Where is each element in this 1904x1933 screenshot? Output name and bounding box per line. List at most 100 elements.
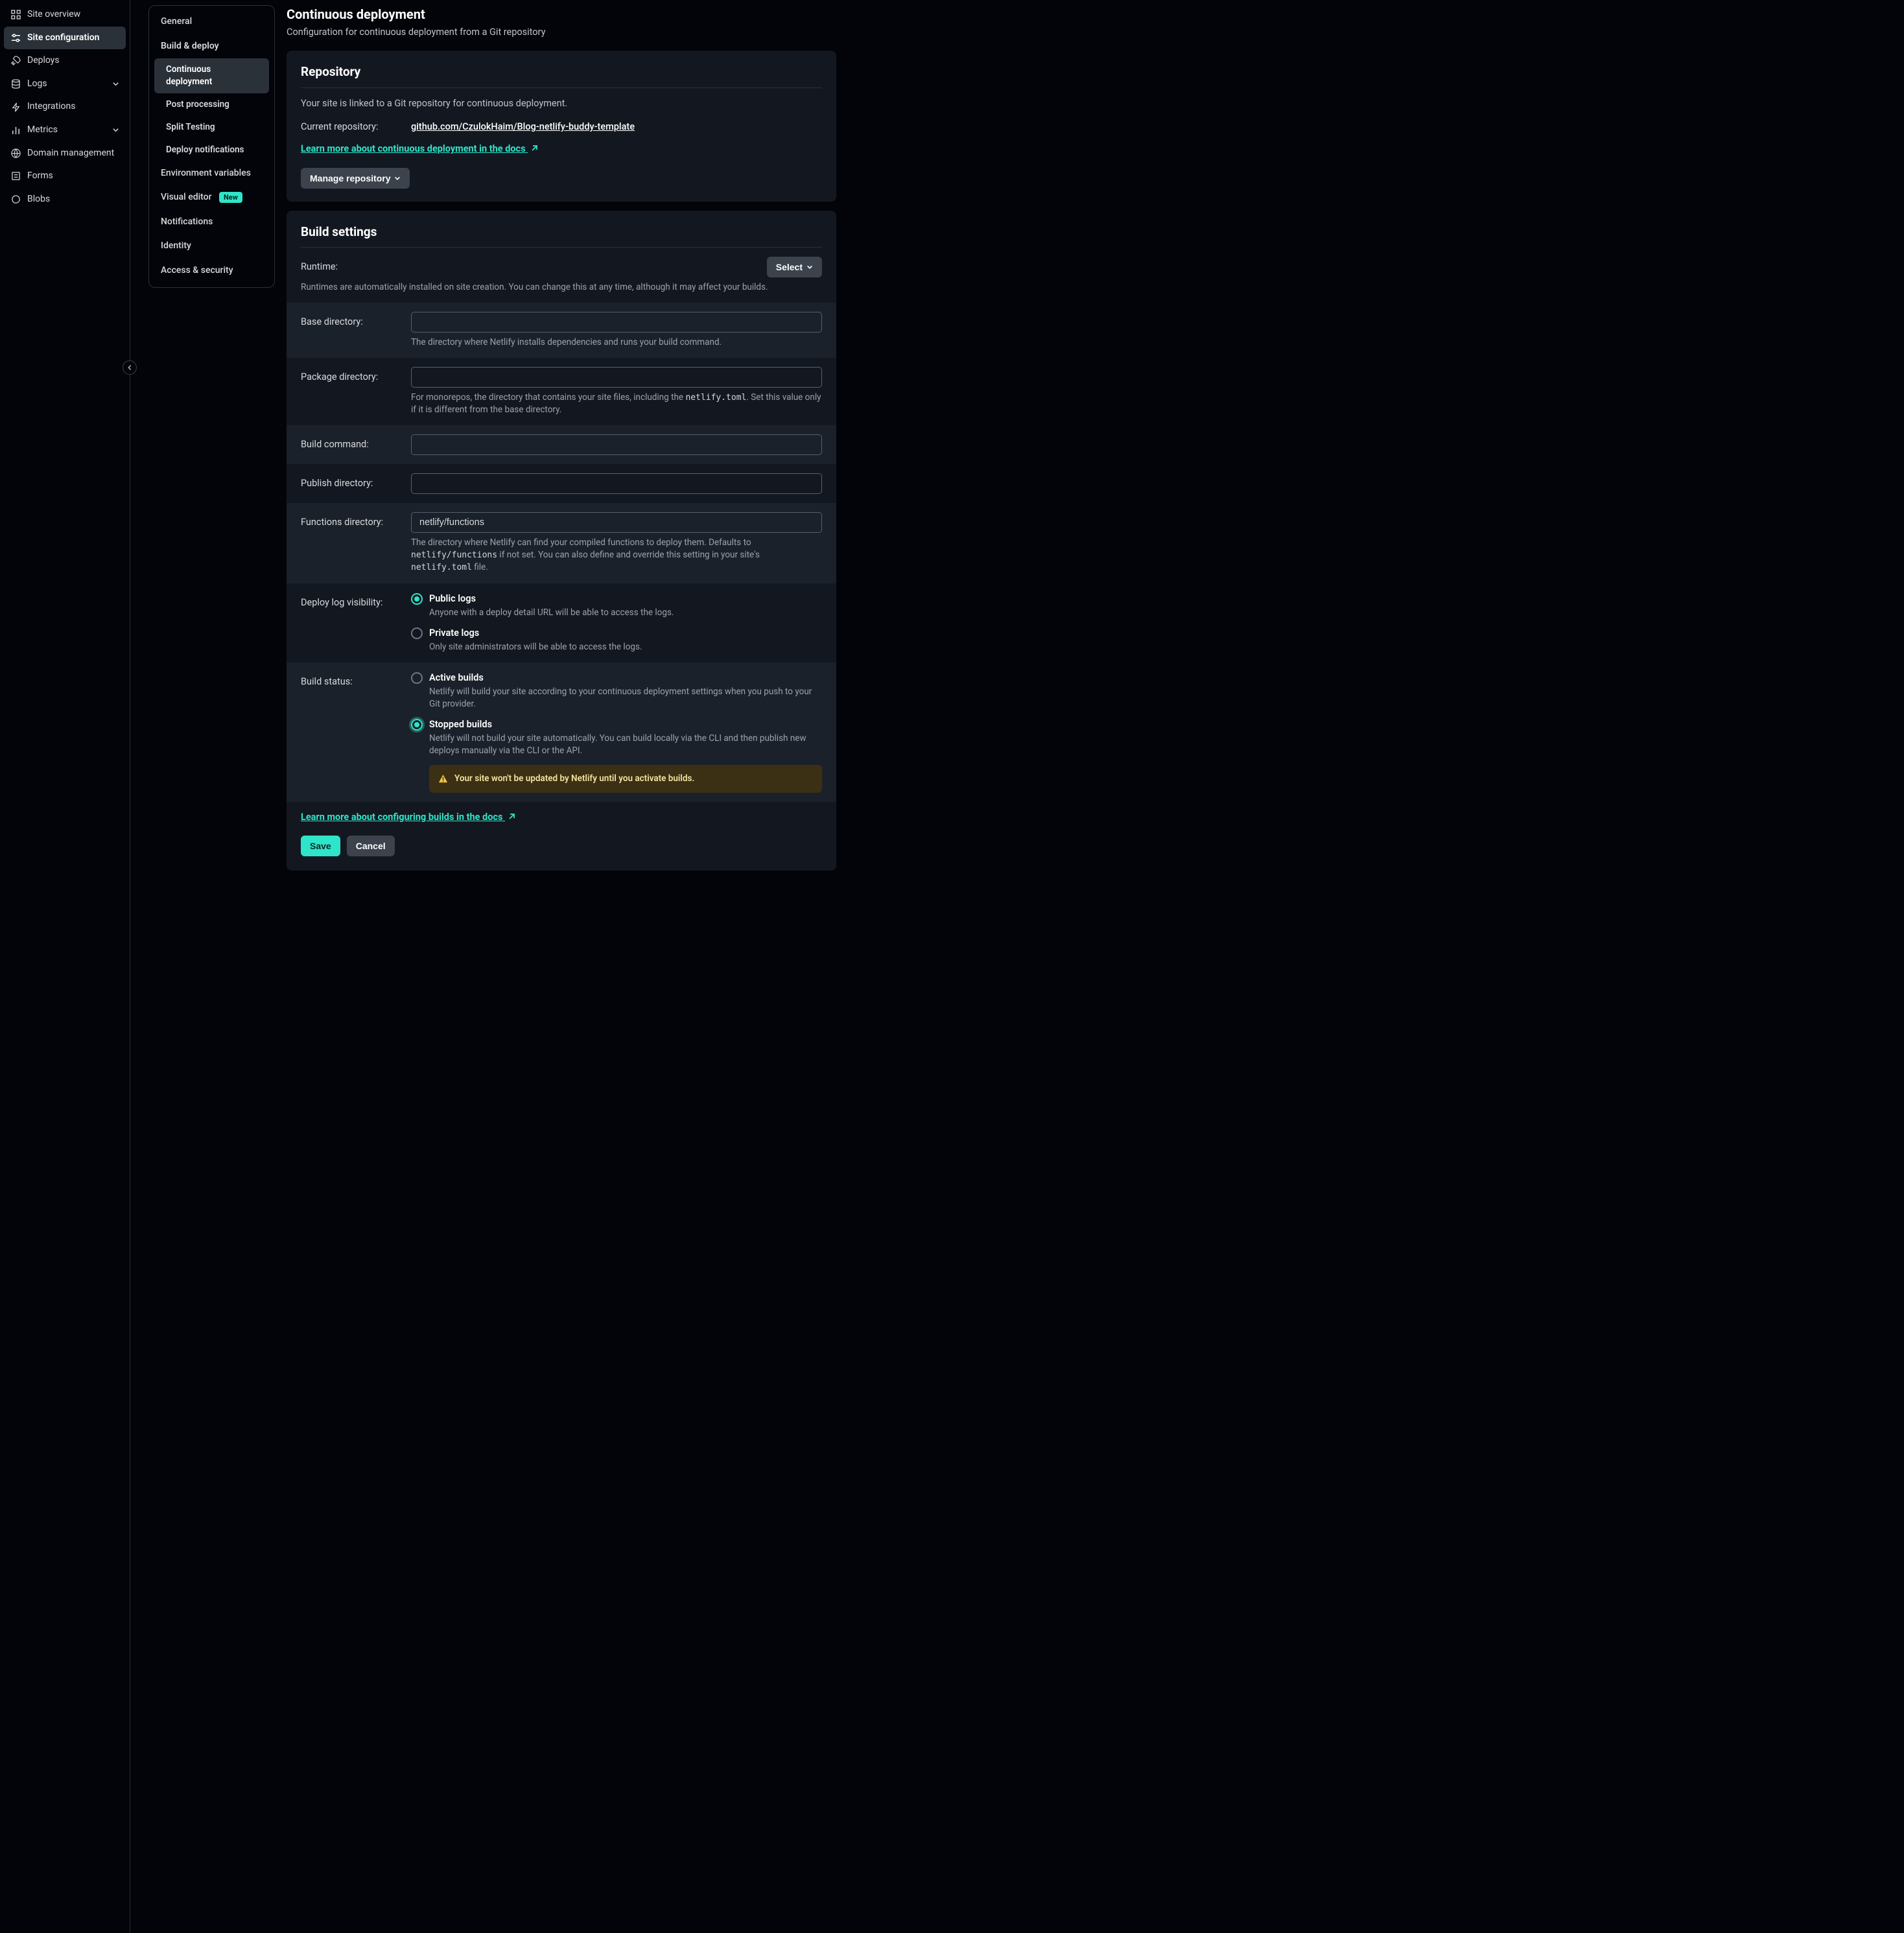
active-builds-title: Active builds — [429, 672, 822, 685]
functions-directory-help: The directory where Netlify can find you… — [411, 537, 822, 574]
radio-icon — [411, 672, 423, 684]
cancel-button[interactable]: Cancel — [347, 836, 395, 856]
subnav-split-testing[interactable]: Split Testing — [154, 116, 269, 139]
functions-directory-input[interactable] — [411, 512, 822, 533]
manage-repository-button[interactable]: Manage repository — [301, 168, 410, 189]
nav-label: Metrics — [27, 124, 58, 137]
bolt-icon — [10, 102, 21, 112]
nav-integrations[interactable]: Integrations — [4, 95, 126, 119]
repository-description: Your site is linked to a Git repository … — [301, 97, 822, 110]
learn-more-cd-link[interactable]: Learn more about continuous deployment i… — [301, 143, 538, 154]
dashboard-icon — [10, 10, 21, 20]
save-button[interactable]: Save — [301, 836, 340, 856]
warning-icon — [438, 774, 448, 784]
functions-directory-row: Functions directory: The directory where… — [287, 503, 836, 583]
subnav-continuous-deployment[interactable]: Continuous deployment — [154, 58, 269, 93]
active-builds-help: Netlify will build your site according t… — [429, 686, 822, 710]
runtime-select-button[interactable]: Select — [767, 257, 822, 277]
globe-icon — [10, 148, 21, 158]
learn-more-builds-text: Learn more about configuring builds in t… — [301, 812, 502, 823]
repository-heading: Repository — [301, 64, 822, 88]
current-repo-link[interactable]: github.com/CzulokHaim/Blog-netlify-buddy… — [411, 121, 635, 132]
runtime-select-label: Select — [776, 262, 803, 272]
deploy-log-visibility-label: Deploy log visibility: — [301, 592, 411, 609]
runtime-help-text: Runtimes are automatically installed on … — [301, 281, 822, 294]
nav-forms[interactable]: Forms — [4, 165, 126, 188]
publish-directory-input[interactable] — [411, 473, 822, 494]
radio-icon — [411, 719, 423, 731]
nav-label: Deploys — [27, 54, 60, 67]
primary-sidebar: Site overview Site configuration Deploys… — [0, 0, 130, 1933]
external-link-icon — [530, 145, 538, 152]
publish-directory-label: Publish directory: — [301, 473, 411, 490]
stopped-builds-help: Netlify will not build your site automat… — [429, 732, 822, 757]
nav-deploys[interactable]: Deploys — [4, 49, 126, 73]
package-directory-input[interactable] — [411, 367, 822, 388]
log-visibility-private-option[interactable]: Private logs Only site administrators wi… — [411, 627, 822, 653]
sliders-icon — [10, 32, 21, 43]
subnav-deploy-notifications[interactable]: Deploy notifications — [154, 139, 269, 161]
build-settings-card: Build settings Runtime: Select Runtimes … — [287, 211, 836, 871]
new-badge: New — [219, 192, 242, 203]
nav-site-overview[interactable]: Site overview — [4, 3, 126, 27]
base-directory-row: Base directory: The directory where Netl… — [287, 303, 836, 358]
nav-label: Blobs — [27, 193, 50, 206]
nav-blobs[interactable]: Blobs — [4, 188, 126, 211]
nav-domain-management[interactable]: Domain management — [4, 142, 126, 165]
build-command-input[interactable] — [411, 434, 822, 455]
database-icon — [10, 79, 21, 89]
stopped-builds-title: Stopped builds — [429, 718, 822, 731]
build-status-row: Build status: Active builds Netlify will… — [287, 662, 836, 802]
main-content: Continuous deployment Configuration for … — [275, 0, 845, 1933]
warning-text: Your site won't be updated by Netlify un… — [454, 773, 694, 785]
nav-logs[interactable]: Logs — [4, 73, 126, 96]
chevron-down-icon — [394, 175, 401, 182]
package-directory-row: Package directory: For monorepos, the di… — [287, 358, 836, 425]
bars-icon — [10, 125, 21, 135]
form-icon — [10, 171, 21, 182]
manage-repository-label: Manage repository — [310, 173, 390, 183]
subnav-visual-editor[interactable]: Visual editor New — [149, 185, 274, 210]
page-title: Continuous deployment — [287, 5, 836, 23]
secondary-sidebar: General Build & deploy Continuous deploy… — [130, 0, 275, 1933]
subnav-access-security[interactable]: Access & security — [149, 259, 274, 283]
subnav-build-deploy[interactable]: Build & deploy — [149, 34, 274, 59]
learn-more-builds-link[interactable]: Learn more about configuring builds in t… — [301, 812, 515, 823]
nav-metrics[interactable]: Metrics — [4, 119, 126, 142]
chevron-down-icon — [112, 80, 119, 88]
page-subtitle: Configuration for continuous deployment … — [287, 26, 836, 39]
radio-icon — [411, 593, 423, 605]
publish-directory-row: Publish directory: — [287, 464, 836, 503]
nav-label: Logs — [27, 78, 47, 91]
nav-site-configuration[interactable]: Site configuration — [4, 27, 126, 50]
subnav-post-processing[interactable]: Post processing — [154, 93, 269, 116]
public-logs-title: Public logs — [429, 592, 674, 605]
build-settings-heading: Build settings — [301, 224, 822, 248]
subnav-visual-editor-label: Visual editor — [161, 192, 212, 202]
runtime-label: Runtime: — [301, 261, 338, 274]
log-visibility-public-option[interactable]: Public logs Anyone with a deploy detail … — [411, 592, 822, 619]
nav-label: Site configuration — [27, 32, 99, 45]
subnav-notifications[interactable]: Notifications — [149, 210, 274, 235]
subnav-env-vars[interactable]: Environment variables — [149, 161, 274, 186]
current-repo-label: Current repository: — [301, 121, 411, 134]
chevron-down-icon — [806, 264, 813, 270]
private-logs-help: Only site administrators will be able to… — [429, 641, 642, 653]
base-directory-label: Base directory: — [301, 312, 411, 329]
radio-icon — [411, 627, 423, 639]
private-logs-title: Private logs — [429, 627, 642, 640]
build-status-stopped-option[interactable]: Stopped builds Netlify will not build yo… — [411, 718, 822, 793]
build-status-label: Build status: — [301, 672, 411, 688]
build-command-row: Build command: — [287, 425, 836, 464]
external-link-icon — [508, 813, 515, 821]
build-status-active-option[interactable]: Active builds Netlify will build your si… — [411, 672, 822, 710]
deploy-log-visibility-row: Deploy log visibility: Public logs Anyon… — [287, 583, 836, 662]
package-directory-label: Package directory: — [301, 367, 411, 384]
collapse-sidebar-button[interactable] — [123, 360, 137, 375]
repository-card: Repository Your site is linked to a Git … — [287, 51, 836, 201]
subnav-general[interactable]: General — [149, 10, 274, 34]
base-directory-input[interactable] — [411, 312, 822, 333]
nav-label: Forms — [27, 170, 53, 183]
learn-more-cd-text: Learn more about continuous deployment i… — [301, 143, 526, 154]
subnav-identity[interactable]: Identity — [149, 234, 274, 259]
